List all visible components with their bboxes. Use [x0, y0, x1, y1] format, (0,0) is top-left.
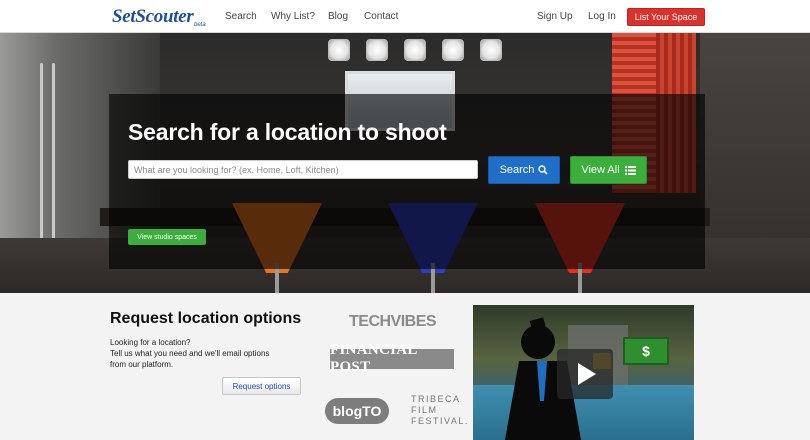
tribeca-line: FESTIVAL. — [411, 416, 469, 426]
top-nav: SetScouter beta Search Why List? Blog Co… — [0, 0, 810, 33]
search-button-label: Search — [499, 164, 535, 176]
tribeca-line: FILM — [411, 405, 438, 415]
play-button[interactable] — [557, 349, 613, 399]
play-icon — [578, 363, 596, 385]
sign-up-link[interactable]: Sign Up — [537, 11, 573, 22]
list-your-space-button[interactable]: List Your Space — [627, 8, 705, 26]
fridge-handle — [52, 63, 55, 263]
blogto-logo: blogTO — [325, 398, 389, 424]
request-line: Looking for a location? — [110, 338, 191, 347]
nav-contact-link[interactable]: Contact — [364, 11, 398, 22]
request-line: from our platform. — [110, 360, 174, 369]
tribeca-line: TRIBECA — [411, 394, 461, 404]
hero-banner: Search for a location to shoot Search Vi… — [0, 33, 810, 293]
pendant-lamp — [480, 39, 502, 61]
tribeca-film-festival-logo: TRIBECA FILM FESTIVAL. — [411, 394, 469, 427]
nav-search-link[interactable]: Search — [225, 11, 257, 22]
log-in-link[interactable]: Log In — [588, 11, 616, 22]
setscouter-logo[interactable]: SetScouter — [112, 6, 194, 28]
logo-beta-tag: beta — [194, 22, 206, 28]
money-bill-icon: $ — [623, 337, 669, 365]
nav-why-list-link[interactable]: Why List? — [271, 11, 315, 22]
view-all-button-label: View All — [581, 164, 620, 176]
pendant-lamp — [404, 39, 426, 61]
pendant-lamp — [366, 39, 388, 61]
pendant-lamp — [442, 39, 464, 61]
pendant-lamp — [328, 39, 350, 61]
request-line: Tell us what you need and we'll email op… — [110, 349, 270, 358]
techvibes-logo: TECHVIBES — [349, 313, 437, 330]
request-description: Looking for a location? Tell us what you… — [110, 337, 310, 370]
request-options-button[interactable]: Request options — [222, 377, 301, 395]
promo-video[interactable]: $ — [473, 305, 694, 440]
request-section-title: Request location options — [110, 310, 302, 327]
list-icon — [624, 165, 636, 175]
location-search-input[interactable] — [128, 160, 478, 179]
search-button[interactable]: Search — [488, 156, 560, 184]
search-icon — [538, 165, 548, 175]
search-panel: Search for a location to shoot Search Vi… — [109, 94, 705, 269]
nav-blog-link[interactable]: Blog — [328, 11, 348, 22]
financial-post-logo: FINANCIAL POST — [330, 342, 454, 375]
fridge-handle — [40, 63, 43, 263]
view-studio-spaces-button[interactable]: View studio spaces — [128, 229, 206, 245]
view-all-button[interactable]: View All — [570, 156, 647, 184]
hero-title: Search for a location to shoot — [128, 119, 447, 145]
